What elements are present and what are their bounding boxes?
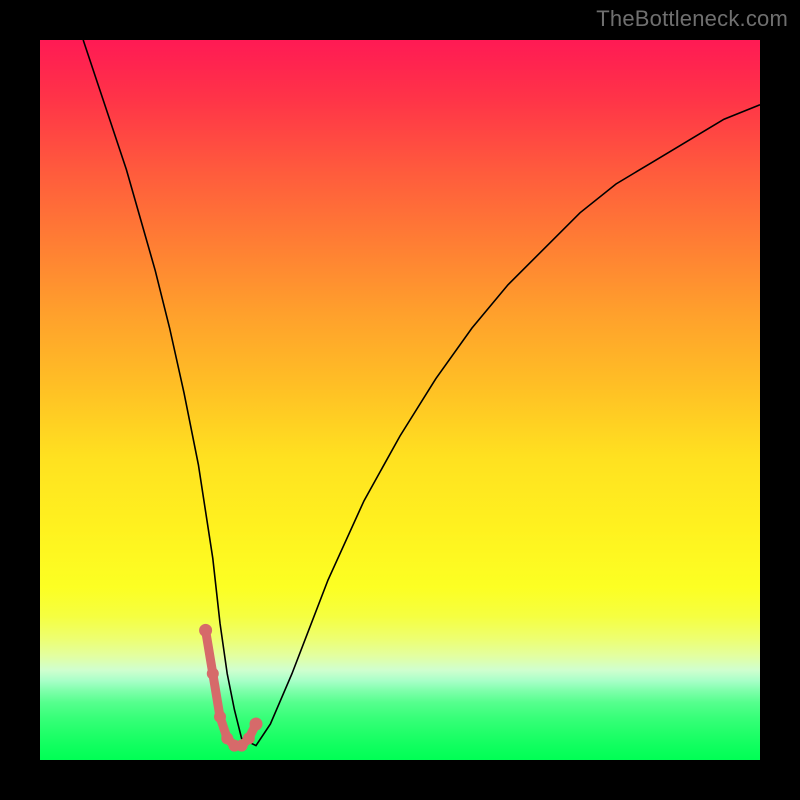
watermark-text: TheBottleneck.com <box>596 6 788 32</box>
sweet-spot-point <box>243 732 255 744</box>
outer-frame: TheBottleneck.com <box>0 0 800 800</box>
sweet-spot-point <box>199 624 212 637</box>
chart-svg <box>40 40 760 760</box>
sweet-spot-point <box>250 718 263 731</box>
sweet-spot-point <box>207 668 219 680</box>
sweet-spot-point <box>214 711 226 723</box>
chart-plot-area <box>40 40 760 760</box>
bottleneck-curve-path <box>83 40 760 746</box>
bottleneck-curve <box>83 40 760 746</box>
